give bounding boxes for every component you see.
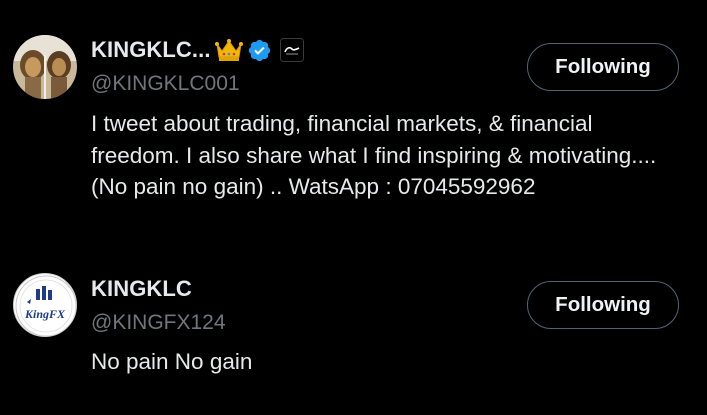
avatar[interactable] xyxy=(13,273,77,337)
user-handle[interactable]: @KINGKLC001 xyxy=(91,72,240,96)
following-button[interactable]: Following xyxy=(527,43,679,91)
affiliate-badge-icon[interactable] xyxy=(279,38,304,62)
name-row: KINGKLC xyxy=(91,274,192,304)
following-button[interactable]: Following xyxy=(527,281,679,329)
crown-icon xyxy=(214,38,243,62)
name-row: KINGKLC... xyxy=(91,35,304,65)
verified-badge-icon[interactable] xyxy=(247,38,272,63)
avatar-text: KingFX xyxy=(24,307,66,321)
avatar[interactable] xyxy=(13,35,77,99)
user-bio: No pain No gain xyxy=(91,349,253,374)
display-name[interactable]: KINGKLC... xyxy=(91,37,211,63)
user-cell[interactable]: KINGKLC... @KINGKLC001 I tweet about tra… xyxy=(0,0,707,250)
display-name[interactable]: KINGKLC xyxy=(91,276,192,302)
user-bio: I tweet about trading, financial markets… xyxy=(91,111,657,199)
user-cell[interactable]: KingFX KINGKLC @KINGFX124 No pain No gai… xyxy=(0,250,707,415)
user-handle[interactable]: @KINGFX124 xyxy=(91,311,226,335)
